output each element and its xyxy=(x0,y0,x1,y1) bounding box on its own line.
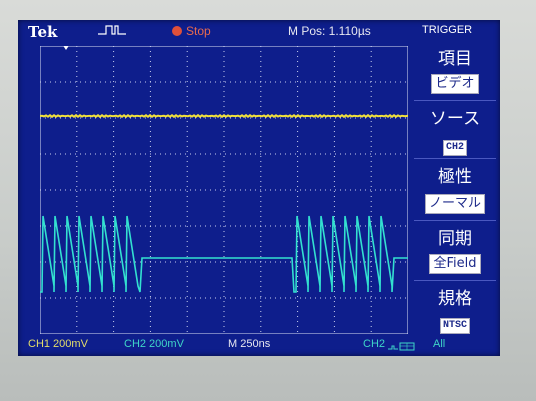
divider xyxy=(414,220,496,221)
polarity-value[interactable]: ノーマル xyxy=(424,194,485,214)
menu-title: TRIGGER xyxy=(422,24,473,36)
trigger-side-menu: 項目 ビデオ ソース CH2 極性 ノーマル 同期 全Field 規格 NTSC xyxy=(410,42,500,334)
menu-head-standard: 規格 xyxy=(438,289,472,309)
divider xyxy=(414,158,496,159)
trigger-arrow-icon xyxy=(63,46,69,50)
standard-value[interactable]: NTSC xyxy=(439,318,470,334)
divider xyxy=(414,280,496,281)
menu-head-item: 項目 xyxy=(438,49,472,69)
trigger-source-value[interactable]: CH2 xyxy=(442,140,467,156)
ch1-scale: CH1 200mV xyxy=(28,338,88,350)
scope-screen: Tek Stop M Pos: 1.110µs TRIGGER 1 2 項目 ビ… xyxy=(18,20,500,356)
timebase: M 250ns xyxy=(228,338,271,350)
menu-value-item[interactable]: ビデオ xyxy=(410,72,500,94)
menu-value-polarity[interactable]: ノーマル xyxy=(410,192,500,214)
menu-value-source[interactable]: CH2 xyxy=(410,134,500,156)
pulse-icon xyxy=(98,25,126,35)
trigger-mode: All xyxy=(433,338,446,350)
trigger-source-footer: CH2 xyxy=(363,338,386,350)
acquisition-state[interactable]: Stop xyxy=(186,24,211,38)
graticule: 1 2 xyxy=(40,46,408,334)
ch2-scale: CH2 200mV xyxy=(124,338,184,350)
menu-head-source: ソース xyxy=(429,109,481,129)
menu-head-polarity: 極性 xyxy=(438,167,472,187)
sync-value[interactable]: 全Field xyxy=(429,254,481,274)
divider xyxy=(414,100,496,101)
menu-head-sync: 同期 xyxy=(438,229,472,249)
menu-value-sync[interactable]: 全Field xyxy=(410,252,500,274)
menu-value-standard[interactable]: NTSC xyxy=(410,312,500,334)
main-position: M Pos: 1.110µs xyxy=(288,24,371,38)
brand-logo: Tek xyxy=(28,23,58,41)
stop-dot-icon xyxy=(172,26,182,36)
video-trigger-icon xyxy=(388,342,415,351)
ch2-waveform xyxy=(40,215,408,293)
grid-lines xyxy=(40,46,408,334)
trigger-type-value[interactable]: ビデオ xyxy=(431,74,479,94)
